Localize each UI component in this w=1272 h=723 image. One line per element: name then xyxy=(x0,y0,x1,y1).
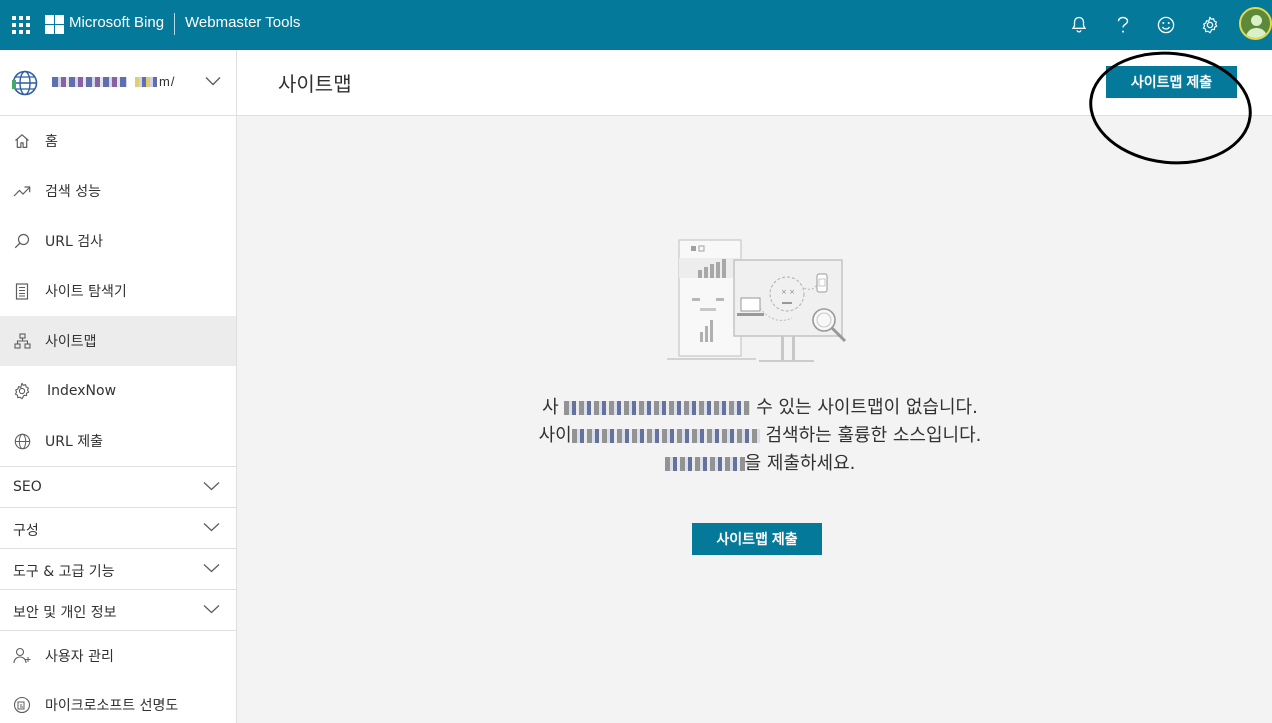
product-name[interactable]: Webmaster Tools xyxy=(185,14,300,31)
empty-line-3-end: 을 제출하세요. xyxy=(744,453,856,474)
help-icon[interactable] xyxy=(1110,12,1136,38)
sidebar-group-seo[interactable]: SEO xyxy=(0,466,236,507)
home-icon xyxy=(12,131,32,151)
empty-state-submit-sitemap-button[interactable]: 사이트맵 제출 xyxy=(692,523,822,555)
search-icon xyxy=(12,231,32,251)
redacted-text xyxy=(564,401,751,415)
sidebar-item-sitemaps[interactable]: 사이트맵 xyxy=(0,316,236,366)
svg-text:× ×: × × xyxy=(781,288,795,296)
site-picker[interactable]: m/ xyxy=(0,50,237,116)
sidebar-item-site-explorer[interactable]: 사이트 탐색기 xyxy=(0,266,236,316)
empty-state-line-3: 을 제출하세요. xyxy=(480,450,1040,478)
redacted-text xyxy=(571,429,760,443)
sidebar-group-label: 도구 & 고급 기능 xyxy=(13,564,115,580)
empty-state-line-2: 사이 검색하는 훌륭한 소스입니다. xyxy=(480,422,1040,450)
sidebar-item-label: URL 제출 xyxy=(45,434,103,450)
user-icon xyxy=(12,646,32,666)
document-list-icon xyxy=(12,281,32,301)
sidebar-item-url-inspection[interactable]: URL 검사 xyxy=(0,216,236,266)
user-avatar[interactable] xyxy=(1239,7,1272,40)
empty-line-2-start: 사이 xyxy=(538,425,572,446)
chevron-down-icon[interactable] xyxy=(205,76,221,86)
sidebar-item-label: 홈 xyxy=(45,134,58,150)
site-url-suffix: m/ xyxy=(159,74,176,89)
sidebar-item-user-management[interactable]: 사용자 관리 xyxy=(0,630,236,680)
feedback-smiley-icon[interactable] xyxy=(1153,12,1179,38)
empty-state-line-1: 사 수 있는 사이트맵이 없습니다. xyxy=(480,394,1040,422)
brand-divider xyxy=(174,13,175,35)
clarity-icon xyxy=(12,695,32,715)
chevron-down-icon xyxy=(203,564,220,573)
chevron-down-icon xyxy=(203,605,220,614)
sidebar-group-configuration[interactable]: 구성 xyxy=(0,507,236,548)
sidebar-item-label: IndexNow xyxy=(47,383,117,399)
notifications-bell-icon[interactable] xyxy=(1066,12,1092,38)
sidebar-item-label: URL 검사 xyxy=(45,234,103,250)
sidebar-item-indexnow[interactable]: IndexNow xyxy=(0,366,236,416)
sidebar-item-search-performance[interactable]: 검색 성능 xyxy=(0,166,236,216)
brand-name[interactable]: Microsoft Bing xyxy=(69,14,164,31)
trend-up-icon xyxy=(12,181,32,201)
empty-state-message: 사 수 있는 사이트맵이 없습니다. 사이 검색하는 훌륭한 소스입니다. 을 … xyxy=(480,394,1040,478)
sidebar-group-label: 보안 및 개인 정보 xyxy=(13,605,117,621)
top-bar: Microsoft Bing Webmaster Tools xyxy=(0,0,1272,50)
page-title: 사이트맵 xyxy=(278,72,352,96)
site-url-redacted xyxy=(52,77,127,87)
app-launcher-icon[interactable] xyxy=(12,16,30,34)
site-globe-icon xyxy=(12,70,38,96)
microsoft-logo-icon xyxy=(45,15,64,34)
chevron-down-icon xyxy=(203,482,220,491)
empty-line-1-start: 사 xyxy=(542,397,559,418)
sidebar-item-label: 사이트맵 xyxy=(45,334,97,350)
sidebar-item-label: 검색 성능 xyxy=(45,184,101,200)
gear-icon xyxy=(12,381,32,401)
empty-line-1-end: 수 있는 사이트맵이 없습니다. xyxy=(756,397,978,418)
sidebar-item-label: 마이크로소프트 선명도 xyxy=(45,698,179,714)
settings-gear-icon[interactable] xyxy=(1197,12,1223,38)
sidebar-item-label: 사용자 관리 xyxy=(45,648,114,665)
sidebar-group-security-privacy[interactable]: 보안 및 개인 정보 xyxy=(0,589,236,630)
sidebar-item-url-submission[interactable]: URL 제출 xyxy=(0,416,236,466)
sidebar-item-home[interactable]: 홈 xyxy=(0,116,236,166)
redacted-text xyxy=(664,457,745,471)
sidebar-group-label: 구성 xyxy=(13,523,39,539)
sidebar-item-label: 사이트 탐색기 xyxy=(45,284,127,300)
chevron-down-icon xyxy=(203,523,220,532)
empty-state-illustration: × × xyxy=(667,239,847,362)
sidebar-group-label: SEO xyxy=(13,479,42,495)
globe-icon xyxy=(12,431,32,451)
sidebar-group-tools[interactable]: 도구 & 고급 기능 xyxy=(0,548,236,589)
sitemap-icon xyxy=(12,331,32,351)
sidebar-item-clarity[interactable]: 마이크로소프트 선명도 xyxy=(0,680,236,723)
empty-line-2-end: 검색하는 훌륭한 소스입니다. xyxy=(765,425,982,446)
sidebar: m/ 홈 검색 성능 URL 검사 사이트 탐색기 사이트맵 IndexNow … xyxy=(0,50,237,723)
site-url-redacted-2 xyxy=(135,77,157,87)
